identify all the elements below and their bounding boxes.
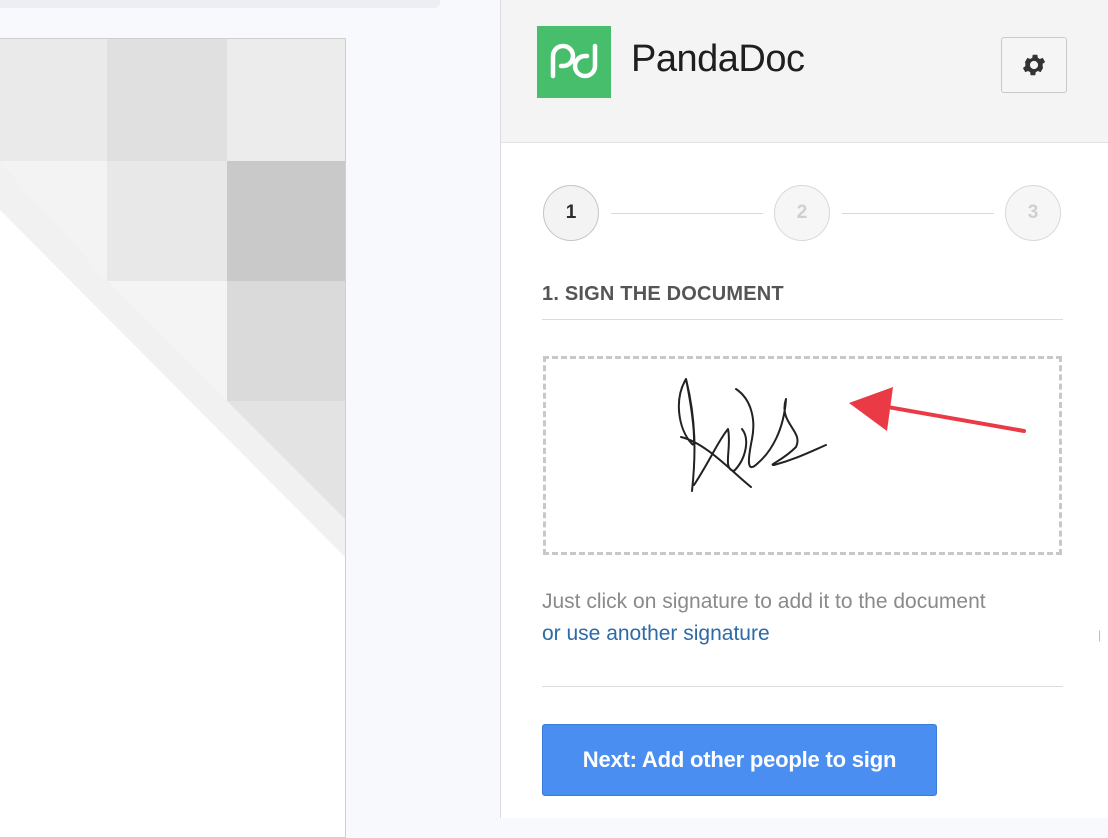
step-connector	[611, 213, 763, 214]
document-preview-area	[0, 0, 500, 838]
scroll-edge-mark: |	[1098, 628, 1102, 642]
section-title: 1. SIGN THE DOCUMENT	[542, 283, 784, 305]
red-arrow-icon	[849, 387, 1026, 433]
use-another-signature-link[interactable]: or use another signature	[542, 622, 770, 646]
pandadoc-logo-icon	[537, 26, 611, 98]
gear-icon	[1022, 54, 1046, 76]
step-connector	[842, 213, 994, 214]
step-3[interactable]: 3	[1005, 185, 1061, 241]
handwritten-signature	[677, 378, 1026, 492]
step-1[interactable]: 1	[543, 185, 599, 241]
panel-header: PandaDoc	[501, 0, 1108, 143]
section-divider	[542, 319, 1063, 320]
brand-name: PandaDoc	[631, 38, 805, 80]
top-toolbar-strip	[0, 0, 440, 8]
signature-hint: Just click on signature to add it to the…	[542, 590, 986, 613]
document-pattern-graphic	[0, 39, 345, 837]
signature-box[interactable]	[543, 356, 1062, 555]
settings-button[interactable]	[1001, 37, 1067, 93]
signing-panel: PandaDoc 1 2 3 1. SIGN THE DOCUMENT Just…	[500, 0, 1108, 818]
next-add-signers-button[interactable]: Next: Add other people to sign	[542, 724, 937, 796]
actions-divider	[542, 686, 1063, 687]
step-2[interactable]: 2	[774, 185, 830, 241]
document-page[interactable]	[0, 38, 346, 838]
